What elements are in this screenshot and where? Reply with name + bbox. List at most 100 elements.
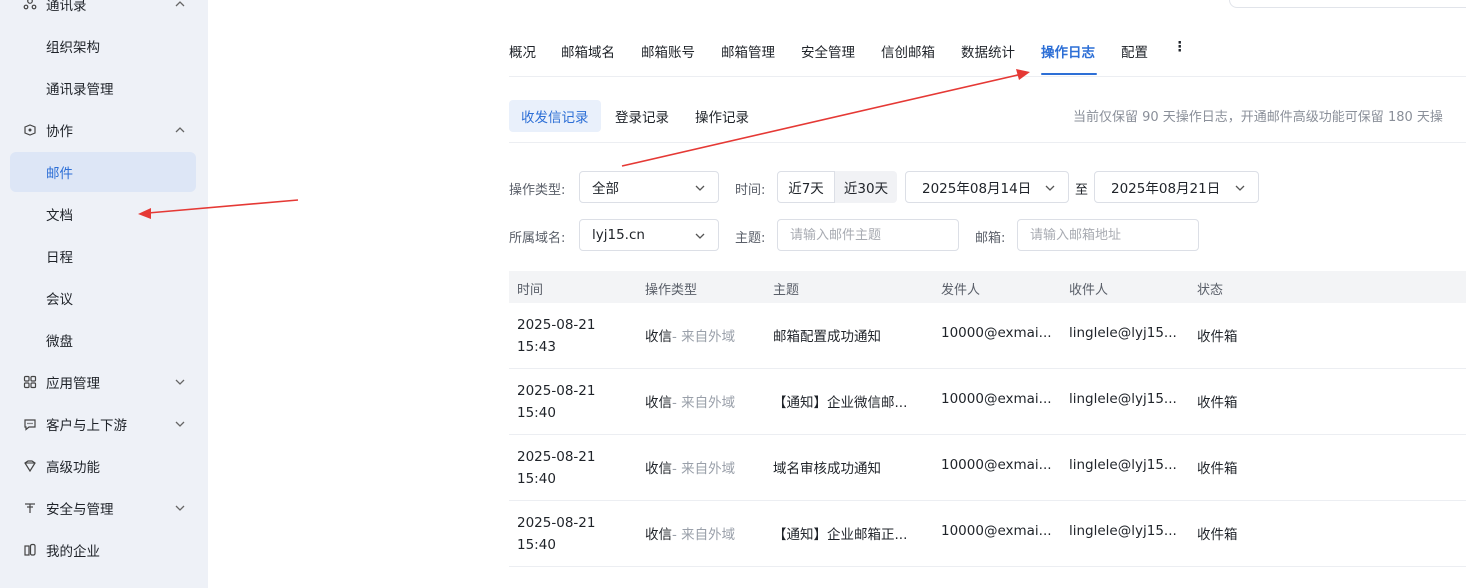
op-type-select[interactable]: 全部 [579, 171, 719, 203]
chevron-down-icon [1044, 182, 1056, 194]
chevron-up-icon [174, 124, 186, 136]
building-icon [22, 542, 38, 558]
cell-date: 2025-08-21 [517, 515, 596, 531]
tab-operation-log[interactable]: 操作日志 [1041, 41, 1095, 61]
tab-statistics[interactable]: 数据统计 [961, 41, 1015, 61]
domain-select[interactable]: lyj15.cn [579, 219, 719, 251]
cell-sender: 10000@exmai... [941, 457, 1052, 473]
table-header: 时间 操作类型 主题 发件人 收件人 状态 [509, 271, 1466, 303]
subject-input[interactable] [777, 219, 959, 251]
cell-recipient: linglele@lyj15... [1069, 523, 1177, 539]
cell-clock: 15:40 [517, 471, 556, 487]
sidebar-item-label: 应用管理 [46, 376, 100, 392]
subtab-login-records[interactable]: 登录记录 [603, 100, 681, 132]
sidebar-group-collab[interactable]: 协作 [10, 110, 196, 150]
table-row[interactable]: 2025-08-21 15:40 收信- 来自外域 【通知】企业邮箱正... 10… [509, 501, 1466, 567]
cell-op-type: 收信- 来自外域 [645, 523, 735, 543]
cell-time: 2025-08-21 15:43 [517, 314, 627, 358]
sidebar-item-label: 客户与上下游 [46, 418, 127, 434]
cell-recipient: linglele@lyj15... [1069, 457, 1177, 473]
time-label: 时间: [735, 183, 766, 198]
cell-status: 收件箱 [1197, 461, 1238, 477]
divider [509, 142, 1466, 143]
mailbox-input[interactable] [1017, 219, 1199, 251]
cell-subject: 域名审核成功通知 [773, 461, 881, 477]
diamond-icon [22, 458, 38, 474]
end-date-picker[interactable]: 2025年08月21日 [1094, 171, 1259, 203]
end-date-value: 2025年08月21日 [1111, 181, 1221, 197]
tab-mail-domain[interactable]: 邮箱域名 [561, 41, 615, 61]
sidebar-item-label: 邮件 [46, 166, 73, 182]
top-search-box[interactable] [1229, 0, 1466, 8]
op-type-text: 收信 [645, 461, 672, 477]
sidebar-group-security[interactable]: 安全与管理 [10, 488, 196, 528]
cell-status: 收件箱 [1197, 395, 1238, 411]
chevron-down-icon [174, 418, 186, 430]
op-type-value: 全部 [592, 181, 619, 197]
column-header-subject: 主题 [773, 283, 800, 298]
cell-clock: 15:43 [517, 339, 556, 355]
table-row[interactable]: 2025-08-21 15:40 收信- 来自外域 【通知】企业微信邮... 10… [509, 369, 1466, 435]
sidebar-group-contacts[interactable]: 通讯录 [10, 0, 196, 24]
op-type-text: 收信 [645, 527, 672, 543]
op-type-note: - 来自外域 [672, 461, 736, 477]
sidebar-item-mail[interactable]: 邮件 [10, 152, 196, 192]
chevron-down-icon [174, 502, 186, 514]
cell-op-type: 收信- 来自外域 [645, 391, 735, 411]
cell-date: 2025-08-21 [517, 317, 596, 333]
tab-xinchuang-mail[interactable]: 信创邮箱 [881, 41, 935, 61]
op-type-note: - 来自外域 [672, 329, 736, 345]
sidebar-group-my-company[interactable]: 我的企业 [10, 530, 196, 570]
chat-bubble-icon [22, 416, 38, 432]
sidebar: 通讯录 组织架构 通讯录管理 协作 邮件 文档 日程 会议 微盘 应用管理 客户… [0, 0, 208, 588]
sidebar-item-docs[interactable]: 文档 [10, 194, 196, 234]
cell-time: 2025-08-21 15:40 [517, 512, 627, 556]
active-tab-indicator [1041, 73, 1097, 75]
cell-time: 2025-08-21 15:40 [517, 380, 627, 424]
security-icon [22, 500, 38, 516]
more-vertical-icon[interactable]: ⋮ [1173, 39, 1187, 55]
sidebar-group-apps[interactable]: 应用管理 [10, 362, 196, 402]
range-30-days-button[interactable]: 近30天 [835, 171, 897, 203]
sidebar-item-label: 通讯录管理 [46, 82, 114, 98]
cell-sender: 10000@exmai... [941, 325, 1052, 341]
chevron-down-icon [174, 376, 186, 388]
cell-status: 收件箱 [1197, 527, 1238, 543]
date-to-label: 至 [1075, 183, 1089, 198]
start-date-picker[interactable]: 2025年08月14日 [905, 171, 1069, 203]
sidebar-item-label: 日程 [46, 250, 73, 266]
subject-label: 主题: [735, 231, 766, 246]
domain-value: lyj15.cn [592, 227, 645, 243]
time-range-toggle: 近7天 近30天 [777, 171, 897, 203]
sidebar-group-advanced[interactable]: 高级功能 [10, 446, 196, 486]
subtab-send-receive[interactable]: 收发信记录 [509, 100, 601, 132]
sidebar-item-contacts-manage[interactable]: 通讯录管理 [10, 68, 196, 108]
tab-security-manage[interactable]: 安全管理 [801, 41, 855, 61]
sidebar-group-customers[interactable]: 客户与上下游 [10, 404, 196, 444]
retention-hint: 当前仅保留 90 天操作日志，开通邮件高级功能可保留 180 天操 [1073, 110, 1443, 125]
chevron-down-icon [694, 230, 706, 242]
tab-mail-manage[interactable]: 邮箱管理 [721, 41, 775, 61]
cell-op-type: 收信- 来自外域 [645, 325, 735, 345]
sidebar-item-calendar[interactable]: 日程 [10, 236, 196, 276]
cell-sender: 10000@exmai... [941, 523, 1052, 539]
range-7-days-button[interactable]: 近7天 [777, 171, 835, 203]
column-header-recipient: 收件人 [1069, 283, 1109, 298]
tab-overview[interactable]: 概况 [509, 41, 536, 61]
collab-icon [22, 122, 38, 138]
table-row[interactable]: 2025-08-21 15:43 收信- 来自外域 邮箱配置成功通知 10000@… [509, 303, 1466, 369]
sidebar-item-label: 会议 [46, 292, 73, 308]
column-header-time: 时间 [517, 283, 544, 298]
tab-mail-account[interactable]: 邮箱账号 [641, 41, 695, 61]
cell-recipient: linglele@lyj15... [1069, 325, 1177, 341]
sidebar-item-meeting[interactable]: 会议 [10, 278, 196, 318]
op-type-label: 操作类型: [509, 183, 566, 198]
tab-config[interactable]: 配置 [1121, 41, 1148, 61]
sidebar-item-org-structure[interactable]: 组织架构 [10, 26, 196, 66]
cell-recipient: linglele@lyj15... [1069, 391, 1177, 407]
sidebar-item-drive[interactable]: 微盘 [10, 320, 196, 360]
op-type-note: - 来自外域 [672, 395, 736, 411]
domain-label: 所属域名: [509, 231, 566, 246]
subtab-operation-records[interactable]: 操作记录 [683, 100, 761, 132]
table-row[interactable]: 2025-08-21 15:40 收信- 来自外域 域名审核成功通知 10000@… [509, 435, 1466, 501]
